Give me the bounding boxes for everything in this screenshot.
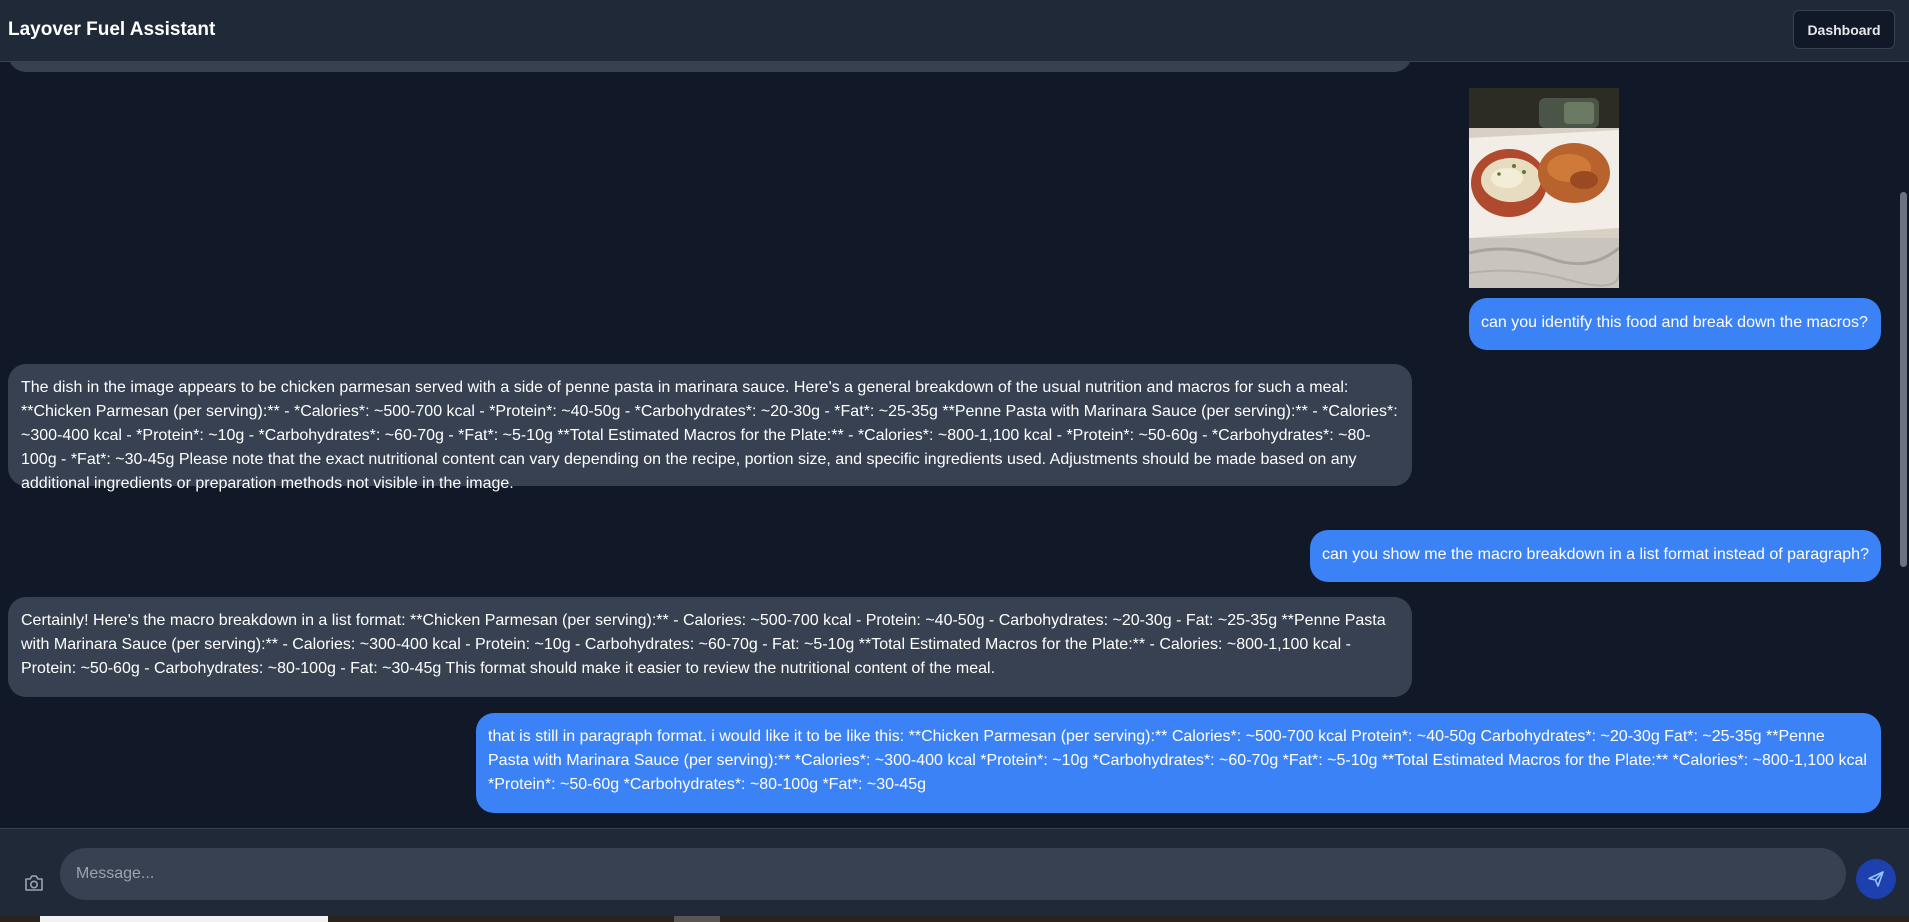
user-message: can you identify this food and break dow…: [1469, 298, 1881, 350]
chat-scrollbar[interactable]: [1898, 62, 1909, 828]
message-input[interactable]: [60, 848, 1846, 900]
assistant-message: Certainly! Here's the macro breakdown in…: [8, 597, 1412, 697]
app-header: Layover Fuel Assistant Dashboard: [0, 0, 1909, 62]
assistant-message: The dish in the image appears to be chic…: [8, 364, 1412, 492]
uploaded-food-photo[interactable]: [1469, 88, 1619, 288]
camera-icon[interactable]: [20, 869, 48, 897]
scrollbar-thumb[interactable]: [1900, 192, 1907, 567]
app-title: Layover Fuel Assistant: [8, 19, 216, 40]
dashboard-button[interactable]: Dashboard: [1793, 10, 1895, 49]
send-button[interactable]: [1856, 859, 1896, 899]
taskbar-window-segment: [674, 916, 720, 922]
composer-bar: [0, 828, 1909, 916]
previous-assistant-message: [8, 62, 1412, 72]
user-message: that is still in paragraph format. i wou…: [476, 713, 1881, 813]
chat-thread[interactable]: can you identify this food and break dow…: [0, 62, 1898, 828]
os-taskbar-strip: [0, 916, 1909, 922]
send-icon: [1868, 871, 1884, 887]
taskbar-window-segment: [40, 916, 328, 922]
user-message: can you show me the macro breakdown in a…: [1310, 530, 1881, 582]
food-photo-image: [1469, 88, 1619, 288]
